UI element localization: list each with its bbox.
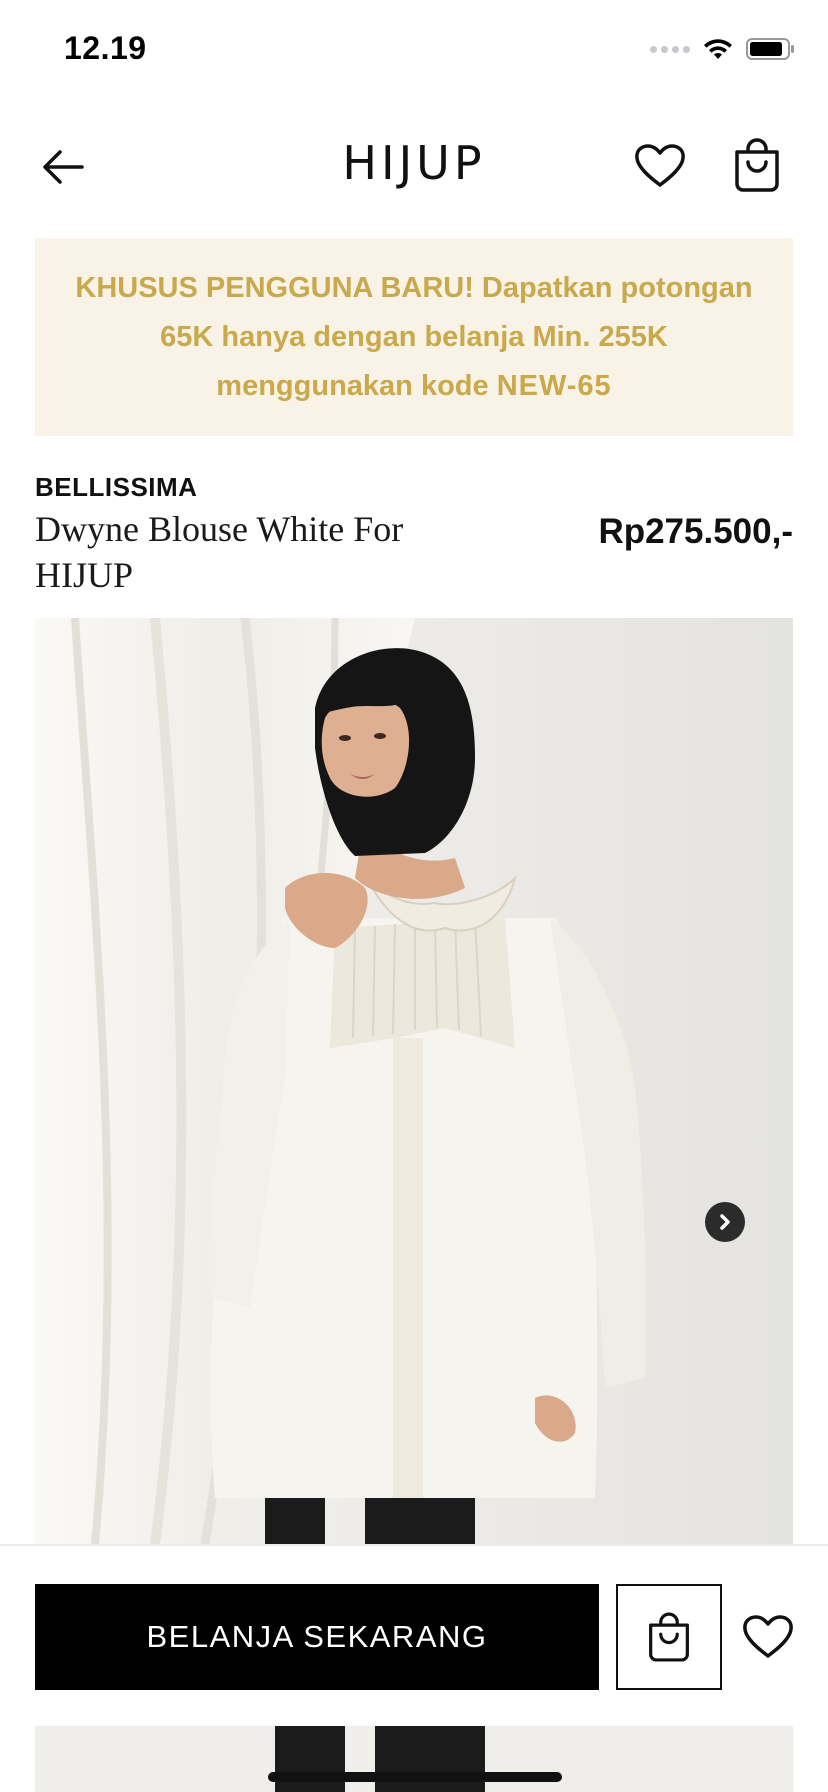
heart-icon	[743, 1615, 793, 1658]
status-bar: 12.19	[0, 0, 828, 100]
buy-now-button[interactable]: BELANJA SEKARANG	[35, 1584, 599, 1690]
hijup-logo: HIJUP	[342, 136, 486, 190]
battery-icon	[746, 38, 794, 60]
heart-icon	[635, 144, 685, 187]
next-section-image	[35, 1726, 793, 1792]
product-image[interactable]	[35, 618, 793, 1544]
promo-code: NEW-65	[496, 369, 612, 402]
next-image-button[interactable]	[705, 1202, 745, 1242]
bottom-action-bar: BELANJA SEKARANG	[0, 1544, 828, 1792]
signal-icon	[650, 45, 690, 53]
home-indicator[interactable]	[268, 1772, 562, 1782]
product-photo	[35, 618, 793, 1544]
promo-banner: KHUSUS PENGGUNA BARU! Dapatkan potongan …	[35, 238, 793, 436]
shopping-bag-icon	[735, 138, 779, 192]
status-time: 12.19	[64, 30, 147, 66]
shopping-bag-icon	[649, 1612, 689, 1662]
chevron-right-icon	[720, 1214, 730, 1230]
product-name: Dwyne Blouse White For HIJUP	[35, 509, 404, 595]
wifi-icon	[704, 39, 732, 59]
add-to-wishlist-button[interactable]	[738, 1604, 798, 1670]
app-header: HIJUP	[0, 110, 828, 222]
wishlist-button[interactable]	[630, 138, 690, 194]
status-icons	[650, 34, 796, 64]
cart-button[interactable]	[728, 134, 786, 196]
promo-text: KHUSUS PENGGUNA BARU! Dapatkan potongan …	[75, 264, 753, 411]
add-to-cart-button[interactable]	[616, 1584, 722, 1690]
product-price: Rp275.500,-	[598, 512, 793, 551]
peek-photo	[35, 1726, 793, 1792]
product-brand[interactable]: BELLISSIMA	[35, 472, 197, 503]
promo-message: KHUSUS PENGGUNA BARU! Dapatkan potongan …	[75, 271, 753, 402]
